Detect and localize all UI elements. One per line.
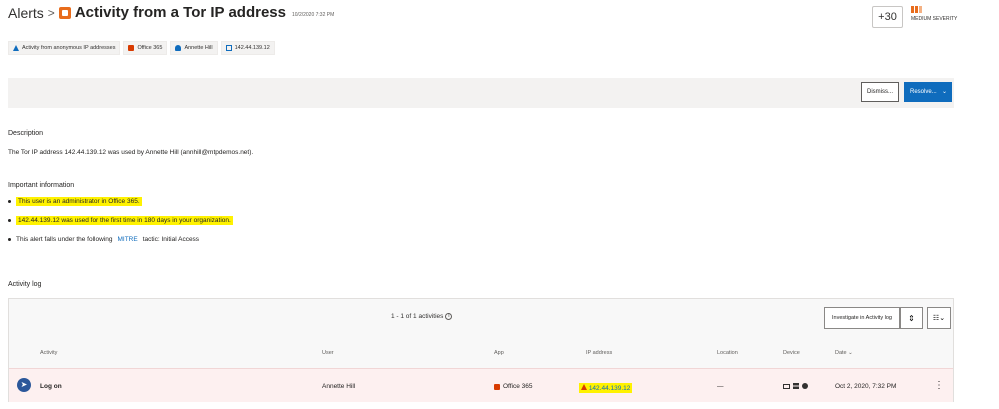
tag-anonymous-ip[interactable]: Activity from anonymous IP addresses <box>8 41 121 55</box>
cell-ip-highlight: 142.44.139.12 <box>579 383 633 393</box>
device-icons <box>783 383 808 389</box>
info-item-mitre-prefix: This alert falls under the following <box>16 236 113 243</box>
severity-label: MEDIUM SEVERITY <box>911 16 958 22</box>
breadcrumb-separator: > <box>47 5 55 20</box>
alert-tags: Activity from anonymous IP addresses Off… <box>8 41 275 55</box>
more-options-icon[interactable]: ⋮ <box>934 380 944 391</box>
date-header-label: Date <box>835 350 847 356</box>
activity-log-panel: 1 - 1 of 1 activities i Investigate in A… <box>8 298 954 402</box>
info-item-mitre-suffix: tactic: Initial Access <box>142 236 200 243</box>
description-heading: Description <box>8 130 44 137</box>
cell-activity: Log on <box>40 383 62 390</box>
tag-label: Activity from anonymous IP addresses <box>22 45 116 51</box>
table-row[interactable]: ➤ Log on Annette Hill Office 365 142.44.… <box>9 368 953 402</box>
resolve-button[interactable]: Resolve... ⌄ <box>904 82 952 102</box>
mitre-link[interactable]: MITRE <box>117 236 137 243</box>
sort-button[interactable]: ⇕ <box>900 307 923 329</box>
monitor-icon <box>783 383 790 389</box>
chevron-down-icon: ⌄ <box>941 89 947 95</box>
column-header-date[interactable]: Date ⌄ <box>835 350 853 356</box>
page-title: Activity from a Tor IP address <box>74 4 286 21</box>
breadcrumb-alerts[interactable]: Alerts <box>8 5 44 21</box>
tag-label: 142.44.139.12 <box>234 45 270 51</box>
external-link-icon <box>225 45 232 51</box>
important-info-heading: Important information <box>8 182 75 189</box>
activity-log-toolbar: 1 - 1 of 1 activities i Investigate in A… <box>9 299 953 337</box>
severity-bars-icon <box>911 6 961 13</box>
office-icon <box>494 383 500 390</box>
customize-columns-button[interactable]: ☷⌄ <box>927 307 951 329</box>
alert-timestamp: 10/2/2020 7:32 PM <box>292 11 335 18</box>
description-text: The Tor IP address 142.44.139.12 was use… <box>8 149 254 156</box>
activity-count-label: 1 - 1 of 1 activities <box>391 313 444 320</box>
cell-device <box>783 383 808 389</box>
bullet-icon <box>8 238 11 241</box>
login-icon: ➤ <box>17 378 31 392</box>
column-header-user[interactable]: User <box>322 350 334 356</box>
cell-ip[interactable]: 142.44.139.12 <box>579 383 633 393</box>
cell-date: Oct 2, 2020, 7:32 PM <box>835 383 897 390</box>
alert-icon <box>58 6 71 19</box>
column-header-device[interactable]: Device <box>783 350 800 356</box>
bullet-icon <box>8 200 11 203</box>
sort-down-icon: ⌄ <box>848 350 853 356</box>
tag-label: Annette Hill <box>184 45 213 51</box>
sort-icon: ⇕ <box>908 313 915 323</box>
cell-ip-label: 142.44.139.12 <box>588 385 631 392</box>
action-bar: Dismiss... Resolve... ⌄ <box>8 78 954 108</box>
list-item: This user is an administrator in Office … <box>8 197 233 206</box>
list-item: 142.44.139.12 was used for the first tim… <box>8 216 233 225</box>
windows-icon <box>793 383 799 389</box>
cell-user[interactable]: Annette Hill <box>322 383 355 390</box>
activity-count: 1 - 1 of 1 activities i <box>391 313 453 320</box>
cell-app[interactable]: Office 365 <box>494 383 533 390</box>
info-item-admin: This user is an administrator in Office … <box>16 197 142 206</box>
column-header-ip[interactable]: IP address <box>586 350 612 356</box>
important-info-list: This user is an administrator in Office … <box>8 197 233 254</box>
column-header-app[interactable]: App <box>494 350 504 356</box>
tag-label: Office 365 <box>137 45 163 51</box>
tag-office-365[interactable]: Office 365 <box>123 41 168 55</box>
warning-icon <box>581 384 587 390</box>
column-header-location[interactable]: Location <box>717 350 738 356</box>
activity-log-heading: Activity log <box>8 281 42 288</box>
investigate-activity-log-button[interactable]: Investigate in Activity log <box>824 307 900 329</box>
columns-icon: ☷⌄ <box>932 315 946 322</box>
tag-ip-address[interactable]: 142.44.139.12 <box>220 41 275 55</box>
browser-icon <box>802 383 808 389</box>
resolve-label: Resolve... <box>910 89 937 95</box>
bullet-icon <box>8 219 11 222</box>
column-header-activity[interactable]: Activity <box>40 350 57 356</box>
office-icon <box>128 45 135 51</box>
anonymous-icon <box>13 45 19 51</box>
tag-user[interactable]: Annette Hill <box>170 41 218 55</box>
user-icon <box>175 45 182 51</box>
page-header: Alerts > Activity from a Tor IP address … <box>8 4 334 21</box>
info-item-first-use: 142.44.139.12 was used for the first tim… <box>16 216 233 225</box>
cell-location: — <box>717 383 724 390</box>
list-item: This alert falls under the following MIT… <box>8 235 233 244</box>
dismiss-button[interactable]: Dismiss... <box>861 82 899 102</box>
cell-app-label: Office 365 <box>503 383 533 390</box>
severity-indicator: MEDIUM SEVERITY <box>911 6 961 22</box>
score-badge: +30 <box>872 6 903 28</box>
info-icon[interactable]: i <box>445 313 453 320</box>
